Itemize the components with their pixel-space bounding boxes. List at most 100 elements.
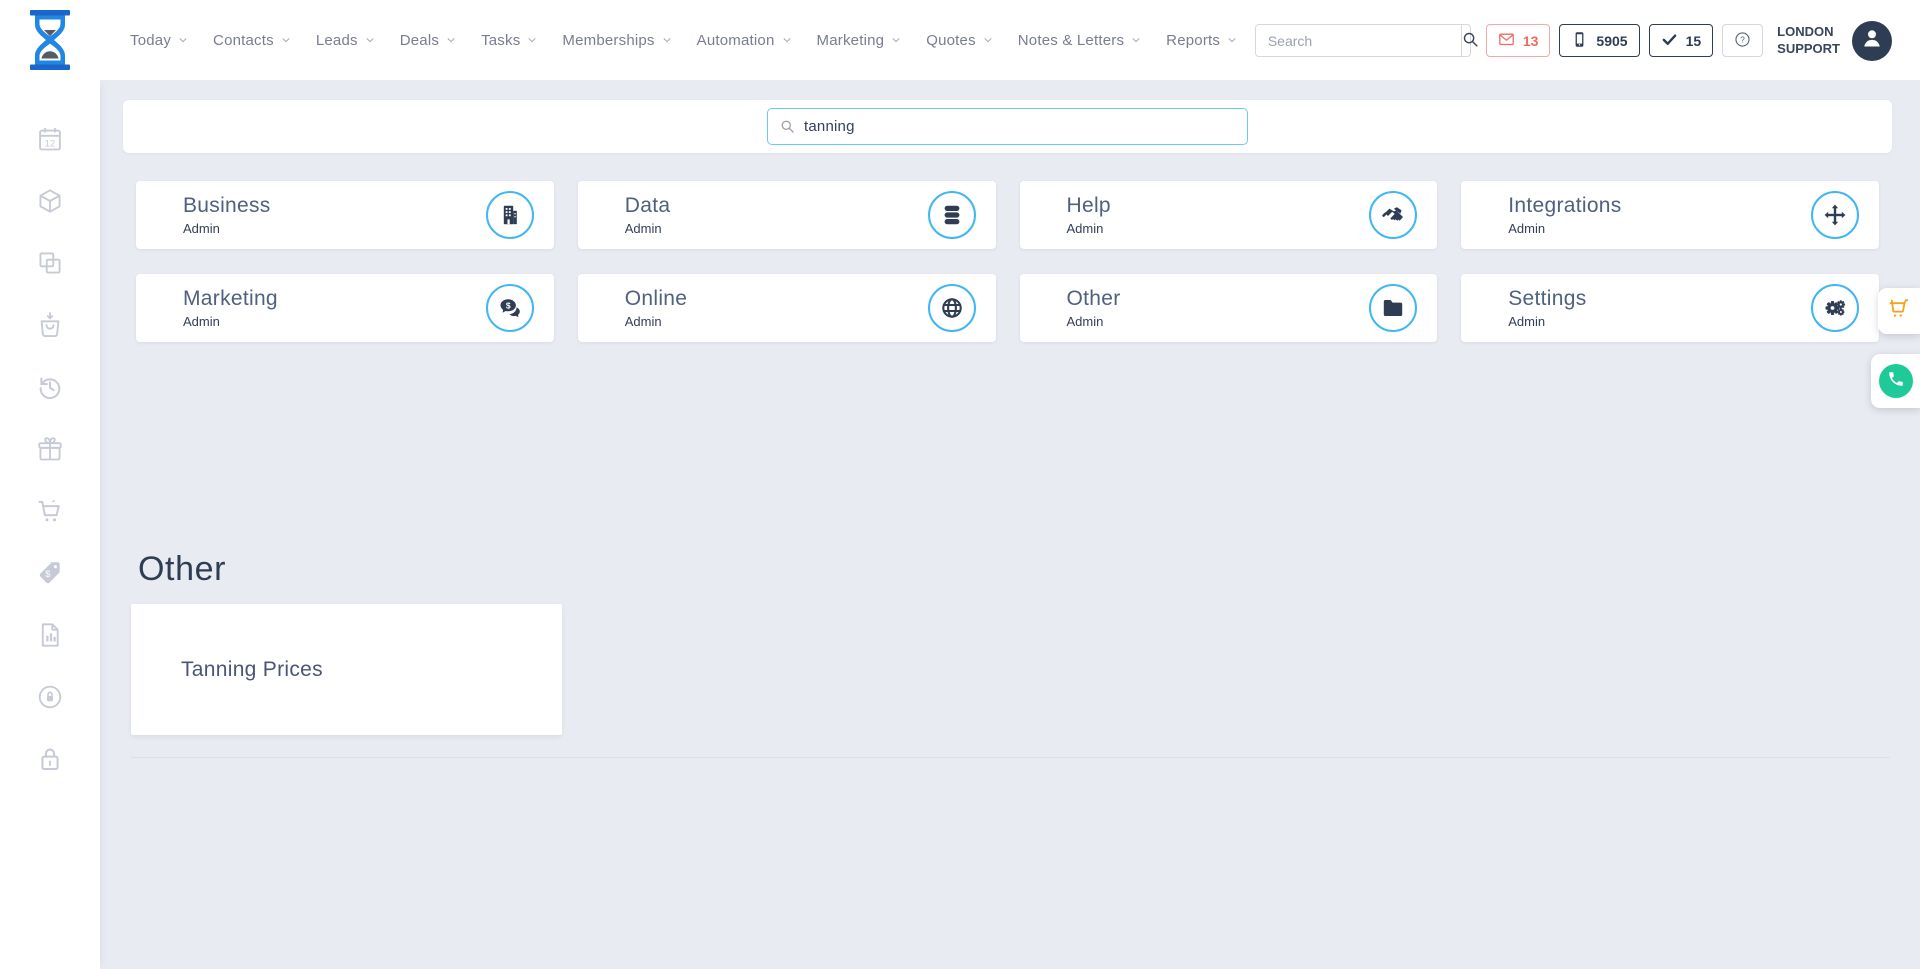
mobile-phone-icon: [1571, 31, 1588, 51]
nav-item-notes-letters[interactable]: Notes & Letters: [1018, 32, 1141, 49]
sidebar-item-bag-receive[interactable]: [35, 312, 65, 342]
chevron-down-icon: [527, 35, 537, 45]
nav-item-label: Today: [130, 32, 171, 49]
nav-item-reports[interactable]: Reports: [1166, 32, 1237, 49]
card-title: Data: [625, 194, 671, 218]
card-title: Other: [1067, 287, 1121, 311]
person-icon: [1860, 26, 1884, 55]
svg-text:?: ?: [1740, 35, 1745, 44]
sidebar-item-cart[interactable]: [35, 498, 65, 528]
chevron-down-icon: [983, 35, 993, 45]
sidebar-item-calendar-12[interactable]: 12: [35, 126, 65, 156]
calls-badge[interactable]: 5905: [1559, 24, 1639, 57]
app-logo-hourglass-icon[interactable]: [29, 10, 71, 70]
main-nav: Today Contacts Leads Deals Tasks Members…: [130, 0, 1295, 80]
globe-icon: [928, 284, 976, 332]
folder-icon: [1369, 284, 1417, 332]
floating-cart-button[interactable]: [1878, 288, 1920, 334]
section-divider: [131, 757, 1890, 758]
nav-item-label: Quotes: [926, 32, 976, 49]
user-avatar[interactable]: [1852, 21, 1892, 61]
card-subtitle: Admin: [183, 314, 278, 329]
messages-badge[interactable]: 13: [1486, 24, 1551, 57]
card-title: Business: [183, 194, 271, 218]
gears-icon: [1811, 284, 1859, 332]
card-subtitle: Admin: [1508, 221, 1621, 236]
sidebar-item-copy[interactable]: [35, 250, 65, 280]
chat-dollar-icon: $: [486, 284, 534, 332]
help-button[interactable]: ?: [1722, 24, 1763, 57]
admin-card-help[interactable]: Help Admin: [1020, 181, 1438, 249]
admin-card-data[interactable]: Data Admin: [578, 181, 996, 249]
sidebar-item-padlock[interactable]: [35, 746, 65, 776]
admin-card-other[interactable]: Other Admin: [1020, 274, 1438, 342]
card-subtitle: Admin: [1067, 314, 1121, 329]
phone-icon: [1879, 364, 1913, 398]
calendar-12-icon: 12: [36, 125, 64, 158]
global-search-input[interactable]: [1256, 25, 1461, 56]
nav-item-memberships[interactable]: Memberships: [562, 32, 671, 49]
nav-item-automation[interactable]: Automation: [697, 32, 792, 49]
global-search-button[interactable]: [1461, 25, 1479, 56]
nav-item-label: Marketing: [817, 32, 885, 49]
card-title: Online: [625, 287, 688, 311]
nav-item-deals[interactable]: Deals: [400, 32, 456, 49]
card-subtitle: Admin: [183, 221, 271, 236]
search-icon: [1462, 31, 1479, 51]
card-subtitle: Admin: [1508, 314, 1586, 329]
user-name-line2: SUPPORT: [1777, 41, 1840, 57]
floating-phone-button[interactable]: [1871, 354, 1920, 408]
user-name[interactable]: LONDON SUPPORT: [1777, 24, 1840, 57]
sidebar-item-history[interactable]: [35, 374, 65, 404]
admin-search-box: [767, 108, 1248, 145]
card-title: Integrations: [1508, 194, 1621, 218]
main-content: Business Admin Data Admin Help Admin Int…: [100, 80, 1920, 969]
card-title: Settings: [1508, 287, 1586, 311]
nav-item-label: Notes & Letters: [1018, 32, 1124, 49]
admin-card-integrations[interactable]: Integrations Admin: [1461, 181, 1879, 249]
search-icon: [780, 119, 795, 134]
admin-search-input[interactable]: [804, 118, 1235, 135]
admin-search-panel: [123, 100, 1892, 153]
admin-card-business[interactable]: Business Admin: [136, 181, 554, 249]
sidebar-item-price-tag[interactable]: $: [35, 560, 65, 590]
cart-outline-icon: [1887, 297, 1911, 326]
sidebar-item-user-lock[interactable]: [35, 684, 65, 714]
global-search: [1255, 24, 1471, 57]
nav-item-leads[interactable]: Leads: [316, 32, 375, 49]
nav-item-marketing[interactable]: Marketing: [817, 32, 902, 49]
result-item-label: Tanning Prices: [181, 658, 323, 682]
top-bar: Today Contacts Leads Deals Tasks Members…: [0, 0, 1920, 80]
nav-item-tasks[interactable]: Tasks: [481, 32, 537, 49]
card-subtitle: Admin: [625, 221, 671, 236]
admin-card-settings[interactable]: Settings Admin: [1461, 274, 1879, 342]
chevron-down-icon: [662, 35, 672, 45]
user-lock-icon: [36, 683, 64, 716]
padlock-icon: [36, 745, 64, 778]
chevron-down-icon: [782, 35, 792, 45]
nav-item-quotes[interactable]: Quotes: [926, 32, 993, 49]
nav-item-today[interactable]: Today: [130, 32, 188, 49]
check-icon: [1661, 31, 1678, 51]
nav-item-contacts[interactable]: Contacts: [213, 32, 291, 49]
result-item-tanning-prices[interactable]: Tanning Prices: [131, 604, 562, 735]
chevron-down-icon: [178, 35, 188, 45]
gift-icon: [36, 435, 64, 468]
history-icon: [36, 373, 64, 406]
card-title: Help: [1067, 194, 1111, 218]
admin-card-marketing[interactable]: Marketing Admin $: [136, 274, 554, 342]
chevron-down-icon: [365, 35, 375, 45]
copy-icon: [36, 249, 64, 282]
card-title: Marketing: [183, 287, 278, 311]
package-icon: [36, 187, 64, 220]
nav-item-label: Automation: [697, 32, 775, 49]
topbar-right-cluster: 13 5905 15 ? LONDON SUPPORT: [1255, 24, 1892, 57]
sidebar-item-gift[interactable]: [35, 436, 65, 466]
mail-icon: [1498, 31, 1515, 51]
tasks-badge[interactable]: 15: [1649, 24, 1714, 57]
sidebar-item-report[interactable]: [35, 622, 65, 652]
nav-item-label: Reports: [1166, 32, 1220, 49]
admin-card-online[interactable]: Online Admin: [578, 274, 996, 342]
chevron-down-icon: [1131, 35, 1141, 45]
sidebar-item-package[interactable]: [35, 188, 65, 218]
